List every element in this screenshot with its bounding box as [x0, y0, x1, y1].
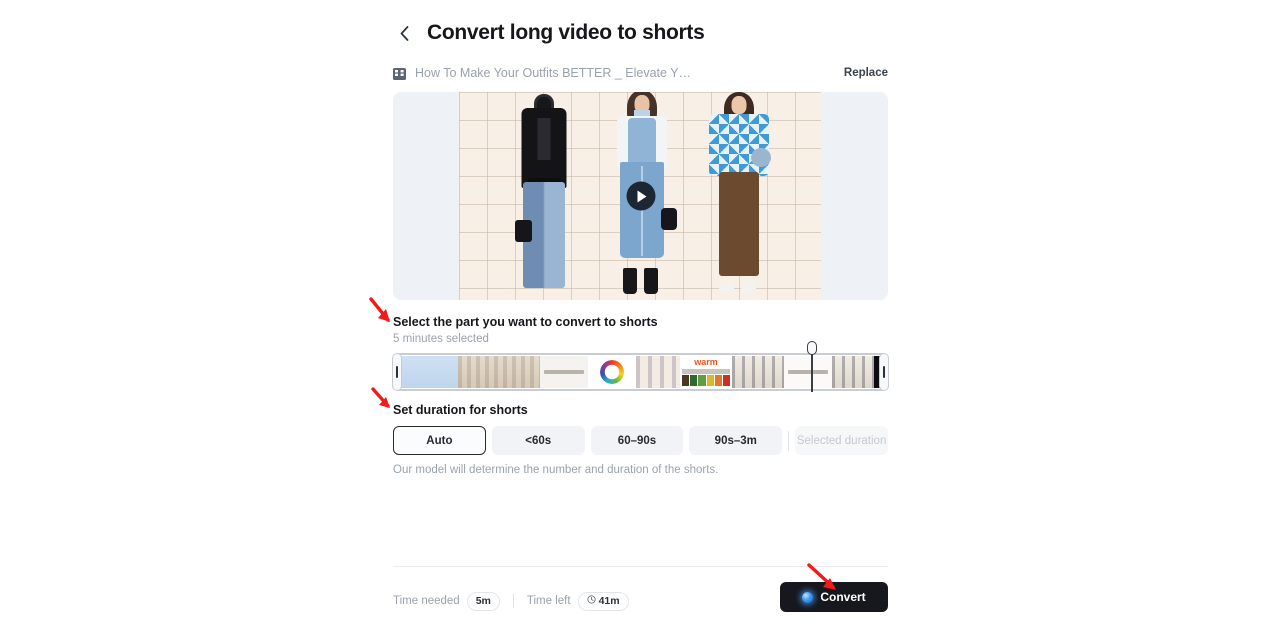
duration-option-0[interactable]: Auto — [393, 426, 486, 455]
file-row: How To Make Your Outfits BETTER _ Elevat… — [393, 66, 888, 80]
time-needed-label: Time needed — [393, 595, 460, 607]
chevron-left-icon — [400, 25, 409, 41]
timeline-frame-selection — [393, 356, 458, 388]
back-button[interactable] — [393, 20, 415, 46]
outfit-figure-3 — [703, 92, 775, 294]
replace-button[interactable]: Replace — [844, 67, 888, 79]
set-duration-title: Set duration for shorts — [393, 403, 528, 417]
arrow-to-select-section — [368, 296, 396, 331]
duration-options: Auto <60s 60–90s 90s–3m Selected duration — [393, 426, 888, 455]
duration-note: Our model will determine the number and … — [393, 464, 719, 476]
duration-separator — [788, 430, 790, 451]
convert-button-label: Convert — [820, 590, 866, 604]
timeline-frame-photo-person-left — [636, 356, 680, 388]
trim-handle-left[interactable] — [392, 353, 402, 391]
footer-bar: Time needed 5m Time left 41m Convert — [393, 582, 888, 616]
select-part-title: Select the part you want to convert to s… — [393, 315, 658, 329]
time-needed-badge: 5m — [466, 591, 500, 611]
timeline-frame-photo-three-models — [832, 356, 874, 388]
selected-duration-text: 5 minutes selected — [393, 333, 489, 345]
duration-option-1[interactable]: <60s — [491, 426, 585, 455]
timeline-frame-photo-outfits-beige — [458, 356, 540, 388]
time-left-label: Time left — [526, 595, 571, 607]
duration-option-3[interactable]: 90s–3m — [689, 426, 783, 455]
ai-orb-icon — [802, 591, 814, 603]
convert-button[interactable]: Convert — [780, 582, 888, 612]
timeline-frame-photo-models-row — [732, 356, 784, 388]
time-left-value: 41m — [598, 595, 620, 607]
outfit-figure-1 — [513, 94, 575, 294]
film-strip-icon — [393, 67, 406, 80]
app-window: Convert long video to shorts How To Make… — [0, 0, 1280, 626]
footer-divider — [393, 566, 888, 567]
time-left-badge: 41m — [577, 591, 629, 611]
trim-handle-right[interactable] — [879, 353, 889, 391]
play-icon[interactable] — [626, 181, 655, 211]
timeline-frame-color-wheel — [588, 356, 636, 388]
timeline-frame-photo-white — [540, 356, 588, 388]
timeline-frame-warm-palette-card: warm — [680, 356, 732, 388]
video-preview[interactable] — [393, 92, 888, 300]
playhead-marker[interactable] — [807, 341, 817, 392]
page-title: Convert long video to shorts — [427, 21, 705, 44]
file-name: How To Make Your Outfits BETTER _ Elevat… — [415, 66, 692, 80]
clock-icon — [586, 595, 596, 607]
selected-duration-field: Selected duration — [795, 426, 888, 455]
duration-option-2[interactable]: 60–90s — [590, 426, 684, 455]
footer-separator — [512, 594, 514, 608]
page-header: Convert long video to shorts — [393, 20, 705, 46]
video-timeline[interactable]: warmCOMPLETE — [392, 341, 889, 392]
